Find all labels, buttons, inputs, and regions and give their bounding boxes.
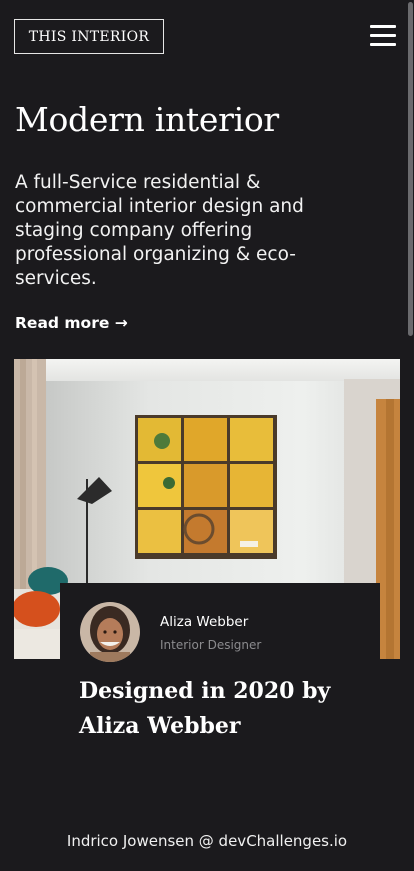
page-title: Modern interior [15, 100, 279, 139]
designed-by-heading: Designed in 2020 by Aliza Webber [79, 678, 331, 739]
author-role: Interior Designer [160, 638, 262, 652]
hamburger-menu-icon[interactable] [370, 25, 396, 47]
site-logo[interactable]: THIS INTERIOR [14, 19, 164, 54]
scrollbar-thumb[interactable] [408, 2, 413, 336]
page-scrollbar[interactable] [407, 0, 414, 871]
author-name: Aliza Webber [160, 614, 249, 630]
hero-description: A full-Service residential & commercial … [15, 172, 304, 289]
read-more-link[interactable]: Read more → [15, 314, 128, 332]
avatar [80, 602, 140, 662]
site-header: THIS INTERIOR [14, 19, 396, 55]
footer-credit: Indrico Jowensen @ devChallenges.io [66, 832, 348, 850]
